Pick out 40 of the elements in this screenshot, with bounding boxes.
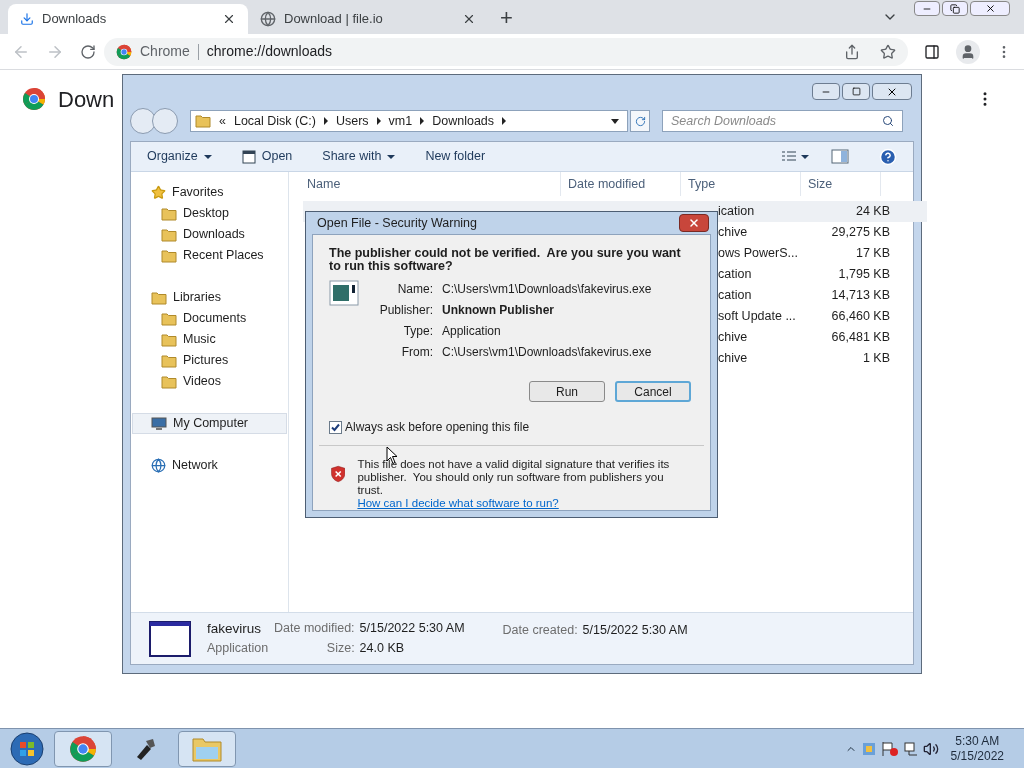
url-text: chrome://downloads: [206, 42, 333, 61]
field-label: Name:: [396, 281, 433, 298]
table-cell-text: 66,481 KB: [830, 329, 891, 347]
table-cell-text: 1 KB: [861, 350, 891, 368]
table-cell-text: ication: [717, 203, 756, 221]
field-value: C:\Users\vm1\Downloads\fakevirus.exe: [442, 281, 652, 298]
file-kind: Application: [207, 640, 270, 658]
table-cell-text: 1,795 KB: [837, 266, 891, 284]
table-cell-text: chive: [717, 329, 749, 347]
field-value: Unknown Publisher: [442, 302, 555, 319]
detail-value: 5/15/2022 5:30 AM: [582, 622, 688, 639]
field-label: Type:: [402, 323, 433, 340]
tab-title: Download | file.io: [284, 10, 384, 29]
field-value: C:\Users\vm1\Downloads\fakevirus.exe: [442, 344, 652, 361]
table-cell-text: 66,460 KB: [830, 308, 891, 326]
table-cell-text: ows PowerS...: [717, 245, 799, 263]
table-cell-text: 14,713 KB: [830, 287, 891, 305]
detail-value: 24.0 KB: [359, 640, 406, 657]
table-cell-text: 24 KB: [854, 203, 891, 221]
detail-value: 5/15/2022 5:30 AM: [359, 620, 465, 638]
warning-heading: The publisher could not be verified. Are you sure you want to run this software?: [328, 245, 682, 273]
table-cell-text: chive: [717, 224, 749, 242]
detail-label: Date modified:: [274, 620, 355, 638]
tab-title: Downloads: [42, 10, 108, 29]
table-cell-text: cation: [717, 266, 753, 284]
dialog-title: Open File - Security Warning: [317, 214, 478, 232]
detail-label: Date created:: [502, 622, 578, 639]
table-cell-text: 17 KB: [854, 245, 891, 263]
table-cell-text: chive: [717, 350, 749, 368]
field-value: Application: [442, 323, 502, 340]
field-label: From:: [400, 344, 433, 361]
table-cell-text: soft Update ...: [717, 308, 797, 326]
warning-text: This file does not have a valid digital signature that verifies its publisher. You should only run software from publishers you trust.: [357, 458, 671, 497]
page-title: Down: [58, 85, 115, 114]
table-cell-text: 29,275 KB: [830, 224, 891, 242]
detail-label: Size:: [325, 640, 355, 657]
site-label: Chrome: [140, 42, 190, 61]
field-label: Publisher:: [378, 302, 433, 319]
table-cell-text: cation: [717, 287, 753, 305]
file-name: fakevirus: [207, 620, 263, 638]
